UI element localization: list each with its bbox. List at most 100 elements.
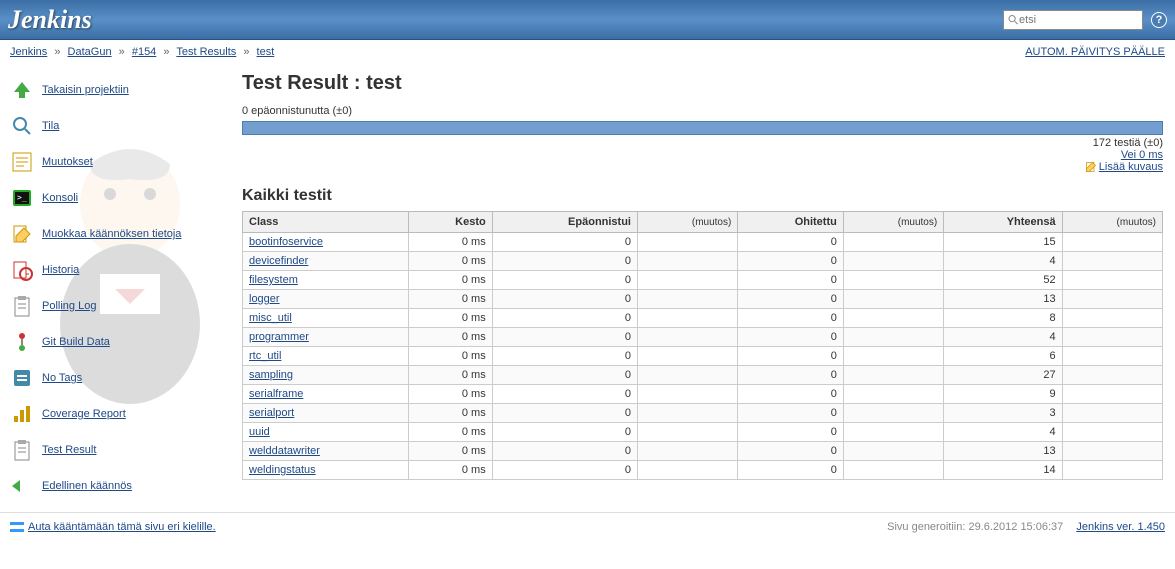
class-link[interactable]: serialframe (249, 388, 303, 400)
cell-skip: 0 (738, 442, 844, 461)
sidebar-item[interactable]: Tila (10, 108, 226, 144)
cell-total: 15 (944, 233, 1062, 252)
sidebar-item[interactable]: Polling Log (10, 288, 226, 324)
sidebar-item[interactable]: Test Result (10, 432, 226, 468)
version-link[interactable]: Jenkins ver. 1.450 (1076, 521, 1165, 533)
sidebar-item-label[interactable]: Tila (42, 120, 59, 132)
breadcrumb-jenkins[interactable]: Jenkins (10, 46, 47, 58)
table-row: devicefinder0 ms004 (243, 252, 1163, 271)
breadcrumb-datagun[interactable]: DataGun (68, 46, 112, 58)
sidebar-item-label[interactable]: Muokkaa käännöksen tietoja (42, 228, 181, 240)
cell-fail: 0 (492, 442, 637, 461)
sidebar-item[interactable]: Edellinen käännös (10, 468, 226, 504)
cell-skip-diff (843, 309, 943, 328)
table-row: filesystem0 ms0052 (243, 271, 1163, 290)
cell-kesto: 0 ms (409, 328, 492, 347)
sidebar-item-label[interactable]: Test Result (42, 444, 96, 456)
cell-skip: 0 (738, 423, 844, 442)
sidebar-item-label[interactable]: Git Build Data (42, 336, 110, 348)
cell-class: devicefinder (243, 252, 409, 271)
breadcrumb-testresults[interactable]: Test Results (176, 46, 236, 58)
sidebar-item[interactable]: Coverage Report (10, 396, 226, 432)
breadcrumb-bar: Jenkins » DataGun » #154 » Test Results … (0, 40, 1175, 64)
breadcrumb-sep: » (163, 46, 169, 58)
cell-fail: 0 (492, 233, 637, 252)
cell-total-diff (1062, 290, 1162, 309)
class-link[interactable]: weldingstatus (249, 464, 316, 476)
cell-skip-diff (843, 385, 943, 404)
sidebar-item[interactable]: Git Build Data (10, 324, 226, 360)
col-fail[interactable]: Epäonnistui (492, 212, 637, 233)
table-row: weldingstatus0 ms0014 (243, 461, 1163, 480)
sidebar-item-label[interactable]: Edellinen käännös (42, 480, 132, 492)
class-link[interactable]: filesystem (249, 274, 298, 286)
class-link[interactable]: welddatawriter (249, 445, 320, 457)
sidebar-item[interactable]: >_ Konsoli (10, 180, 226, 216)
cell-skip-diff (843, 252, 943, 271)
col-class[interactable]: Class (243, 212, 409, 233)
jenkins-logo[interactable]: Jenkins (8, 5, 92, 35)
cell-skip: 0 (738, 366, 844, 385)
auto-refresh-link[interactable]: AUTOM. PÄIVITYS PÄÄLLE (1025, 46, 1165, 58)
cell-total: 13 (944, 290, 1062, 309)
sidebar-item-label[interactable]: Polling Log (42, 300, 96, 312)
cell-fail-diff (638, 328, 738, 347)
col-total[interactable]: Yhteensä (944, 212, 1062, 233)
cell-skip: 0 (738, 328, 844, 347)
cell-fail-diff (638, 442, 738, 461)
breadcrumb-test[interactable]: test (257, 46, 275, 58)
cell-total: 6 (944, 347, 1062, 366)
table-row: sampling0 ms0027 (243, 366, 1163, 385)
cell-skip-diff (843, 347, 943, 366)
cell-total-diff (1062, 328, 1162, 347)
sidebar-item[interactable]: Historia (10, 252, 226, 288)
sidebar-item[interactable]: Muokkaa käännöksen tietoja (10, 216, 226, 252)
cell-class: serialframe (243, 385, 409, 404)
header: Jenkins ? (0, 0, 1175, 40)
sidebar-item-label[interactable]: Takaisin projektiin (42, 84, 129, 96)
cell-class: misc_util (243, 309, 409, 328)
class-link[interactable]: programmer (249, 331, 309, 343)
cell-kesto: 0 ms (409, 233, 492, 252)
prev-icon (10, 474, 34, 498)
sidebar-item-label[interactable]: Konsoli (42, 192, 78, 204)
class-link[interactable]: bootinfoservice (249, 236, 323, 248)
sidebar-item[interactable]: Takaisin projektiin (10, 72, 226, 108)
cell-skip: 0 (738, 461, 844, 480)
col-kesto[interactable]: Kesto (409, 212, 492, 233)
class-link[interactable]: serialport (249, 407, 294, 419)
cell-kesto: 0 ms (409, 290, 492, 309)
class-link[interactable]: sampling (249, 369, 293, 381)
cell-skip: 0 (738, 271, 844, 290)
search-box[interactable] (1003, 10, 1143, 30)
cell-fail: 0 (492, 423, 637, 442)
add-description-link[interactable]: Lisää kuvaus (1099, 161, 1163, 173)
cell-fail: 0 (492, 309, 637, 328)
sidebar-item-label[interactable]: Historia (42, 264, 79, 276)
class-link[interactable]: rtc_util (249, 350, 281, 362)
sidebar-item[interactable]: No Tags (10, 360, 226, 396)
sidepanel: Takaisin projektiin Tila Muutokset >_ Konsol… (0, 64, 234, 512)
sidebar-item-label[interactable]: Muutokset (42, 156, 93, 168)
cell-skip-diff (843, 404, 943, 423)
class-link[interactable]: devicefinder (249, 255, 308, 267)
cell-fail-diff (638, 347, 738, 366)
sidebar-item-label[interactable]: Coverage Report (42, 408, 126, 420)
took-link[interactable]: Vei 0 ms (1121, 149, 1163, 161)
search-input[interactable] (1019, 14, 1138, 26)
breadcrumb-build[interactable]: #154 (132, 46, 156, 58)
git-icon (10, 330, 34, 354)
class-link[interactable]: logger (249, 293, 280, 305)
col-skip[interactable]: Ohitettu (738, 212, 844, 233)
sidebar-item-label[interactable]: No Tags (42, 372, 82, 384)
terminal-icon: >_ (10, 186, 34, 210)
class-link[interactable]: misc_util (249, 312, 292, 324)
class-link[interactable]: uuid (249, 426, 270, 438)
cell-total: 3 (944, 404, 1062, 423)
sidebar-item[interactable]: Muutokset (10, 144, 226, 180)
translate-link[interactable]: Auta kääntämään tämä sivu eri kielille. (28, 521, 216, 533)
cell-fail: 0 (492, 404, 637, 423)
cell-fail: 0 (492, 252, 637, 271)
col-total-diff: (muutos) (1062, 212, 1162, 233)
help-icon[interactable]: ? (1151, 12, 1167, 28)
